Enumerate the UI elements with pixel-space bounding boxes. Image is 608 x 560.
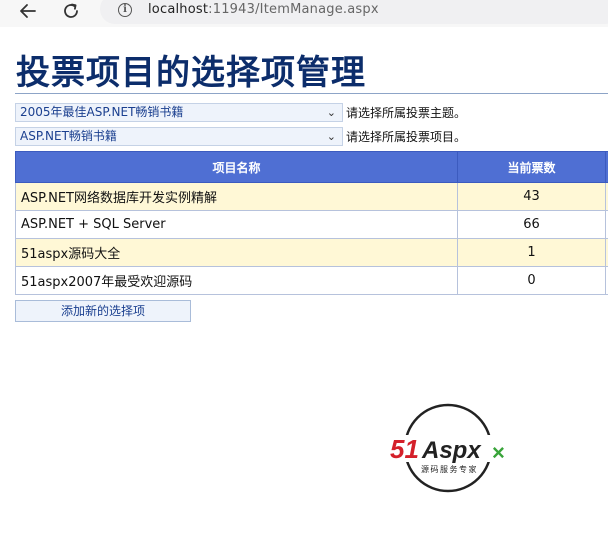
- page-content: 投票项目的选择项管理 2005年最佳ASP.NET畅销书籍 ⌄ 请选择所属投票主…: [4, 27, 608, 560]
- reload-icon: [64, 3, 78, 18]
- address-bar[interactable]: i localhost:11943/ItemManage.aspx: [100, 0, 608, 24]
- items-table: 项目名称 当前票数 ASP.NET网络数据库开发实例精解 43 ASP.NET …: [15, 151, 608, 295]
- item-select-value: ASP.NET畅销书籍: [20, 129, 117, 143]
- add-item-button[interactable]: 添加新的选择项: [15, 300, 191, 322]
- table-row: ASP.NET + SQL Server 66: [15, 210, 608, 239]
- item-name: 51aspx源码大全: [15, 238, 458, 267]
- item-name: ASP.NET + SQL Server: [15, 210, 458, 239]
- reload-button[interactable]: [56, 0, 86, 22]
- page-title: 投票项目的选择项管理: [16, 53, 366, 93]
- svg-text:源码服务专家: 源码服务专家: [421, 464, 478, 474]
- url-host: localhost: [148, 2, 209, 17]
- topic-select-hint: 请选择所属投票主题。: [346, 106, 467, 120]
- chevron-down-icon: ⌄: [326, 130, 336, 143]
- item-name: 51aspx2007年最受欢迎源码: [15, 266, 458, 295]
- item-votes: 0: [457, 266, 606, 295]
- table-header-row: 项目名称 当前票数: [15, 151, 608, 183]
- item-votes: 1: [457, 238, 606, 267]
- topic-select-row: 2005年最佳ASP.NET畅销书籍 ⌄ 请选择所属投票主题。: [15, 103, 466, 122]
- arrow-left-icon: [20, 4, 36, 18]
- item-votes: 43: [457, 182, 606, 211]
- topic-select-value: 2005年最佳ASP.NET畅销书籍: [20, 105, 184, 119]
- column-header-name: 项目名称: [15, 151, 458, 183]
- item-select-hint: 请选择所属投票项目。: [346, 130, 467, 144]
- chevron-down-icon: ⌄: [326, 106, 336, 119]
- item-votes: 66: [457, 210, 606, 239]
- table-row: 51aspx2007年最受欢迎源码 0: [15, 266, 608, 295]
- url-text: localhost:11943/ItemManage.aspx: [148, 2, 379, 17]
- back-button[interactable]: [13, 0, 43, 22]
- svg-text:51: 51: [390, 434, 419, 464]
- item-select-row: ASP.NET畅销书籍 ⌄ 请选择所属投票项目。: [15, 127, 466, 146]
- item-select[interactable]: ASP.NET畅销书籍 ⌄: [15, 127, 343, 146]
- 51aspx-logo: 51 Aspx × 源码服务专家: [388, 403, 516, 493]
- topic-select[interactable]: 2005年最佳ASP.NET畅销书籍 ⌄: [15, 103, 343, 122]
- title-divider: [15, 93, 608, 94]
- info-icon[interactable]: i: [118, 3, 132, 17]
- table-row: ASP.NET网络数据库开发实例精解 43: [15, 182, 608, 211]
- column-header-votes: 当前票数: [457, 151, 606, 183]
- browser-toolbar: i localhost:11943/ItemManage.aspx: [0, 0, 608, 27]
- table-row: 51aspx源码大全 1: [15, 238, 608, 267]
- svg-text:×: ×: [492, 440, 505, 465]
- item-name: ASP.NET网络数据库开发实例精解: [15, 182, 458, 211]
- url-path: :11943/ItemManage.aspx: [208, 2, 379, 17]
- svg-text:Aspx: Aspx: [421, 437, 482, 464]
